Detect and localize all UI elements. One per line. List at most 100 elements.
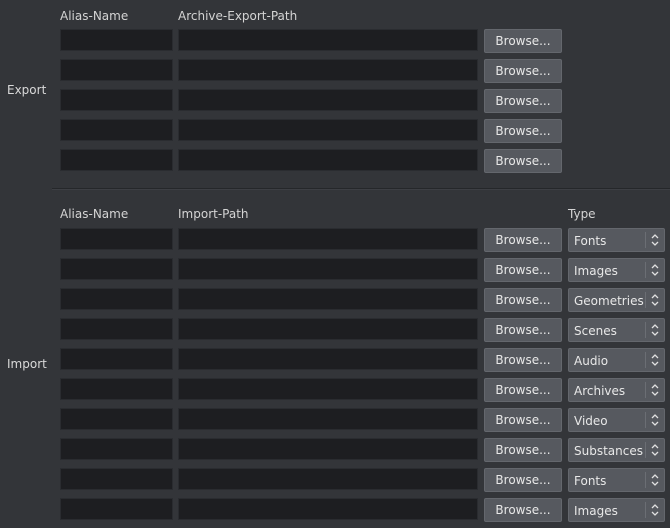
export-path-input[interactable] [178,89,478,111]
import-row: Browse... Images [0,258,670,282]
export-row: Browse... [0,149,670,173]
type-select-value: Archives [574,384,626,398]
import-path-input[interactable] [178,318,478,340]
export-path-input[interactable] [178,149,478,171]
import-alias-input[interactable] [60,228,173,250]
updown-arrows-icon [651,324,659,336]
import-alias-input[interactable] [60,258,173,280]
archive-settings-panel: Export Alias-Name Archive-Export-Path Br… [0,0,670,528]
import-path-input[interactable] [178,228,478,250]
type-select-value: Video [574,414,608,428]
import-path-input[interactable] [178,348,478,370]
type-select[interactable]: Archives [568,378,665,402]
updown-arrows-icon [651,264,659,276]
export-path-input[interactable] [178,29,478,51]
select-separator [645,502,646,518]
select-separator [645,322,646,338]
export-alias-input[interactable] [60,149,173,171]
import-path-input[interactable] [178,438,478,460]
type-select[interactable]: Substances [568,438,665,462]
export-alias-input[interactable] [60,89,173,111]
select-separator [645,412,646,428]
import-alias-input[interactable] [60,498,173,520]
browse-button[interactable]: Browse... [484,348,562,372]
import-row: Browse... Archives [0,378,670,402]
type-select-value: Geometries [574,294,644,308]
import-path-input[interactable] [178,288,478,310]
browse-button[interactable]: Browse... [484,29,562,53]
import-alias-input[interactable] [60,378,173,400]
export-row: Browse... [0,29,670,53]
import-type-header: Type [568,207,596,221]
export-path-input[interactable] [178,59,478,81]
type-select[interactable]: Images [568,498,665,522]
select-separator [645,442,646,458]
browse-button[interactable]: Browse... [484,149,562,173]
browse-button[interactable]: Browse... [484,378,562,402]
select-separator [645,262,646,278]
export-alias-input[interactable] [60,119,173,141]
import-row: Browse... Fonts [0,228,670,252]
export-alias-input[interactable] [60,29,173,51]
type-select[interactable]: Geometries [568,288,665,312]
select-separator [645,472,646,488]
import-path-input[interactable] [178,468,478,490]
select-separator [645,232,646,248]
import-row: Browse... Fonts [0,468,670,492]
select-separator [645,292,646,308]
import-alias-input[interactable] [60,408,173,430]
browse-button[interactable]: Browse... [484,438,562,462]
export-alias-header: Alias-Name [60,9,129,23]
type-select-value: Images [574,504,618,518]
type-select-value: Substances [574,444,643,458]
import-path-input[interactable] [178,378,478,400]
import-path-header: Import-Path [178,207,249,221]
updown-arrows-icon [651,354,659,366]
select-separator [645,382,646,398]
updown-arrows-icon [651,234,659,246]
import-row: Browse... Scenes [0,318,670,342]
updown-arrows-icon [651,444,659,456]
type-select[interactable]: Audio [568,348,665,372]
browse-button[interactable]: Browse... [484,498,562,522]
import-alias-input[interactable] [60,318,173,340]
export-path-header: Archive-Export-Path [178,9,298,23]
select-separator [645,352,646,368]
browse-button[interactable]: Browse... [484,258,562,282]
type-select[interactable]: Scenes [568,318,665,342]
updown-arrows-icon [651,504,659,516]
type-select[interactable]: Fonts [568,468,665,492]
export-path-input[interactable] [178,119,478,141]
type-select[interactable]: Fonts [568,228,665,252]
import-alias-header: Alias-Name [60,207,129,221]
updown-arrows-icon [651,294,659,306]
import-alias-input[interactable] [60,438,173,460]
import-path-input[interactable] [178,258,478,280]
import-path-input[interactable] [178,408,478,430]
browse-button[interactable]: Browse... [484,318,562,342]
type-select[interactable]: Video [568,408,665,432]
browse-button[interactable]: Browse... [484,119,562,143]
browse-button[interactable]: Browse... [484,408,562,432]
export-alias-input[interactable] [60,59,173,81]
import-alias-input[interactable] [60,348,173,370]
updown-arrows-icon [651,384,659,396]
type-select-value: Audio [574,354,609,368]
import-alias-input[interactable] [60,288,173,310]
export-row: Browse... [0,89,670,113]
browse-button[interactable]: Browse... [484,228,562,252]
type-select-value: Fonts [574,474,607,488]
export-row: Browse... [0,59,670,83]
type-select-value: Scenes [574,324,617,338]
browse-button[interactable]: Browse... [484,288,562,312]
browse-button[interactable]: Browse... [484,89,562,113]
type-select-value: Images [574,264,618,278]
browse-button[interactable]: Browse... [484,468,562,492]
browse-button[interactable]: Browse... [484,59,562,83]
type-select[interactable]: Images [568,258,665,282]
type-select-value: Fonts [574,234,607,248]
import-row: Browse... Geometries [0,288,670,312]
import-alias-input[interactable] [60,468,173,490]
import-path-input[interactable] [178,498,478,520]
import-row: Browse... Audio [0,348,670,372]
